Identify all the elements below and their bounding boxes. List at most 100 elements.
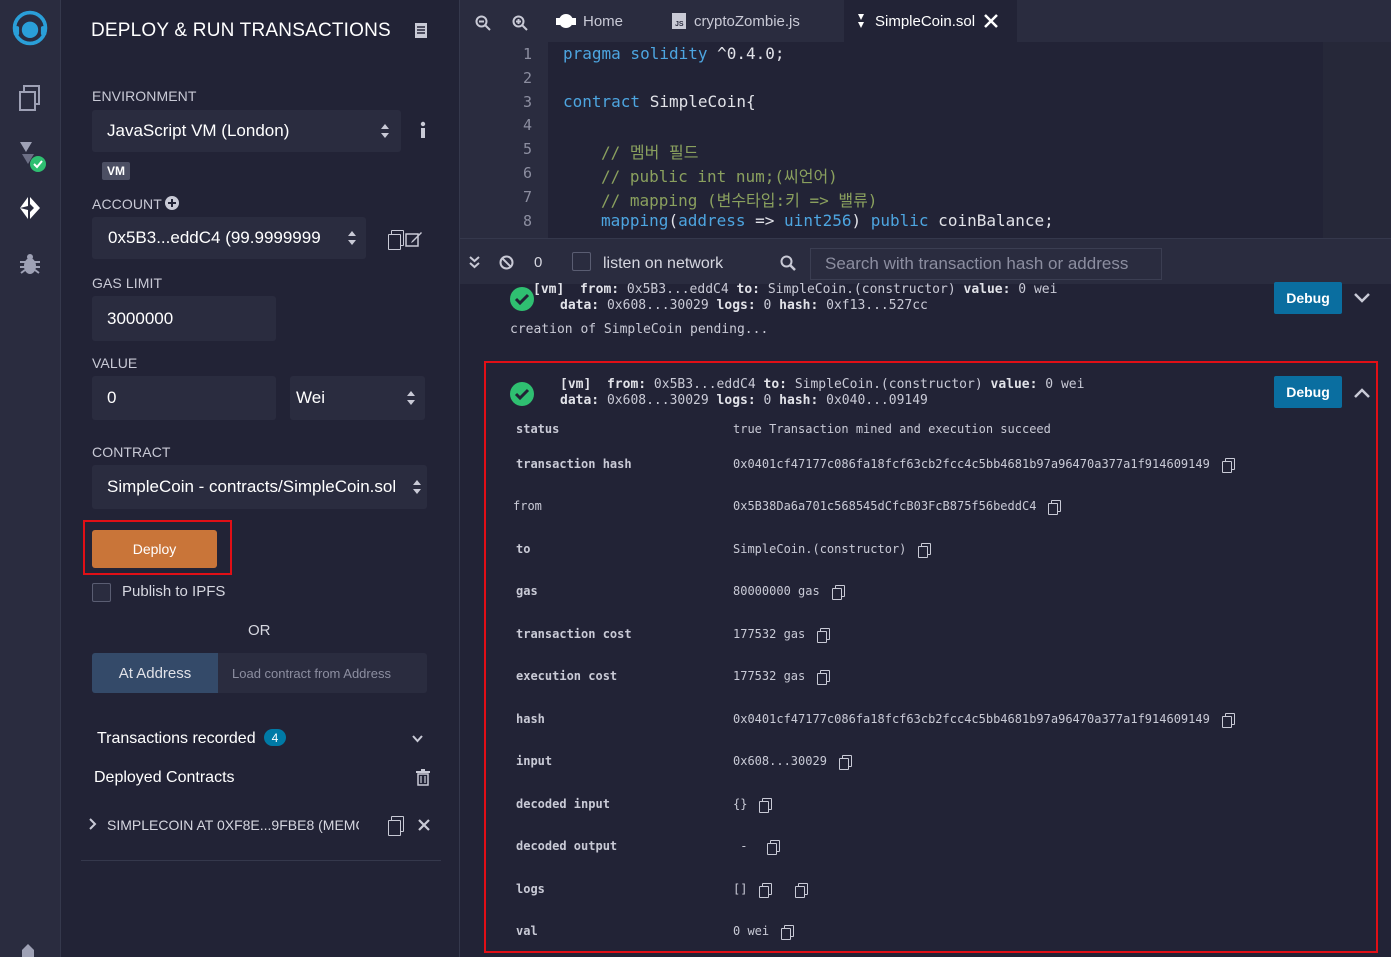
tx-detail-text: 0x0401cf47177c086fa18fcf63cb2fcc4c5bb468… bbox=[733, 457, 1210, 471]
icon-rail bbox=[0, 0, 61, 957]
copy-icon[interactable] bbox=[1221, 457, 1235, 473]
deployed-contract-item[interactable]: SIMPLECOIN AT 0XF8E...9FBE8 (MEMOI bbox=[107, 817, 359, 833]
tx-detail-key: execution cost bbox=[516, 669, 618, 683]
tx-summary-line: data: 0x608...30029 logs: 0 hash: 0x040.… bbox=[560, 393, 928, 408]
debug-button[interactable]: Debug bbox=[1274, 282, 1342, 314]
tab-cryptozombie[interactable]: JS cryptoZombie.js bbox=[664, 0, 844, 42]
tx-detail-text: 0x0401cf47177c086fa18fcf63cb2fcc4c5bb468… bbox=[733, 712, 1210, 726]
zoom-out-icon[interactable] bbox=[475, 15, 491, 31]
code-minimap[interactable] bbox=[1323, 42, 1391, 238]
tx-token: 0 bbox=[755, 393, 780, 408]
copy-account-icon[interactable] bbox=[388, 230, 404, 250]
tx-token: 0x5B3...eddC4 bbox=[619, 282, 737, 297]
pending-message: creation of SimpleCoin pending... bbox=[510, 322, 769, 337]
copy-contract-address-icon[interactable] bbox=[388, 816, 404, 836]
remix-logo-icon[interactable] bbox=[10, 8, 50, 48]
value-label: VALUE bbox=[92, 355, 138, 371]
debugger-icon[interactable] bbox=[10, 244, 50, 284]
tx-summary-line: [vm] from: 0x5B3...eddC4 to: SimpleCoin.… bbox=[560, 377, 1084, 392]
listen-network-checkbox[interactable] bbox=[572, 252, 591, 271]
at-address-input[interactable]: Load contract from Address bbox=[218, 653, 427, 693]
publish-ipfs-checkbox[interactable] bbox=[92, 583, 111, 602]
copy-icon[interactable] bbox=[759, 797, 773, 813]
chevron-up-icon[interactable] bbox=[1354, 388, 1370, 398]
close-icon[interactable] bbox=[418, 819, 430, 831]
file-explorer-icon[interactable] bbox=[10, 78, 50, 118]
deploy-run-icon[interactable] bbox=[10, 188, 50, 228]
tab-home[interactable]: Home bbox=[548, 0, 648, 42]
tx-summary-line: data: 0x608...30029 logs: 0 hash: 0xf13.… bbox=[560, 298, 928, 313]
code-token: pragma solidity bbox=[563, 44, 708, 63]
value-unit-select[interactable]: Wei bbox=[290, 376, 425, 420]
documentation-icon[interactable] bbox=[414, 22, 428, 39]
tx-detail-key: hash bbox=[516, 712, 545, 726]
tx-detail-text: {} bbox=[733, 797, 748, 811]
chevron-right-icon[interactable] bbox=[89, 818, 97, 830]
listen-network-label: listen on network bbox=[603, 255, 724, 272]
deploy-highlight bbox=[83, 520, 232, 575]
main-area: Home JS cryptoZombie.js SimpleCoin.sol 1… bbox=[460, 0, 1391, 957]
pending-tx-count: 0 bbox=[534, 254, 543, 271]
account-select[interactable]: 0x5B3...eddC4 (99.9999999 bbox=[92, 217, 366, 259]
code-token: SimpleCoin{ bbox=[640, 92, 756, 111]
copy-icon[interactable] bbox=[781, 924, 795, 940]
line-number: 4 bbox=[522, 116, 532, 134]
tx-detail-value: 0x0401cf47177c086fa18fcf63cb2fcc4c5bb468… bbox=[733, 457, 1235, 473]
tx-detail-text: 0 wei bbox=[733, 924, 770, 938]
info-icon[interactable] bbox=[419, 121, 427, 139]
trash-icon[interactable] bbox=[416, 769, 430, 786]
transactions-recorded-label[interactable]: Transactions recorded bbox=[97, 730, 256, 748]
copy-icon[interactable] bbox=[817, 627, 831, 643]
chevron-down-icon[interactable] bbox=[412, 735, 423, 743]
code-editor[interactable]: 1 2 3 4 5 6 7 8 pragma solidity ^0.4.0; … bbox=[460, 42, 1391, 238]
copy-icon[interactable] bbox=[766, 839, 780, 855]
copy-icon[interactable] bbox=[1221, 712, 1235, 728]
code-token: coinBalance; bbox=[928, 211, 1054, 230]
double-chevron-down-icon[interactable] bbox=[469, 256, 480, 269]
copy-icon[interactable] bbox=[1048, 499, 1062, 515]
gas-limit-input[interactable]: 3000000 bbox=[92, 296, 276, 341]
tx-detail-key: transaction hash bbox=[516, 457, 632, 471]
tx-token: 0 bbox=[755, 298, 780, 313]
tx-token: from: bbox=[606, 377, 647, 392]
tx-detail-key: from bbox=[513, 499, 542, 513]
tx-details-highlight bbox=[484, 361, 1378, 953]
tx-token: 0 wei bbox=[1037, 377, 1085, 392]
chevron-down-icon[interactable] bbox=[1354, 293, 1370, 303]
code-token: contract bbox=[563, 92, 641, 111]
tx-token: data: bbox=[560, 393, 600, 408]
code-token: mapping bbox=[601, 211, 669, 230]
debug-button[interactable]: Debug bbox=[1274, 376, 1342, 408]
code-line: // mapping (변수타입:키 => 밸류) bbox=[601, 191, 878, 210]
contract-select[interactable]: SimpleCoin - contracts/SimpleCoin.sol bbox=[92, 465, 427, 509]
edit-icon[interactable] bbox=[405, 231, 423, 247]
tx-token: 0x608...30029 bbox=[599, 393, 717, 408]
tx-token: logs: bbox=[716, 393, 756, 408]
plugin-manager-icon[interactable] bbox=[10, 928, 50, 957]
zoom-in-icon[interactable] bbox=[512, 15, 528, 31]
tx-detail-key: to bbox=[516, 542, 531, 556]
code-token: => bbox=[745, 211, 785, 230]
terminal-search-input[interactable]: Search with transaction hash or address bbox=[810, 248, 1162, 280]
copy-icon[interactable] bbox=[817, 669, 831, 685]
select-arrows-icon bbox=[407, 391, 415, 405]
js-file-icon: JS bbox=[672, 13, 686, 29]
copy-icon[interactable] bbox=[918, 542, 932, 558]
select-arrows-icon bbox=[381, 124, 389, 138]
tx-detail-value: SimpleCoin.(constructor) bbox=[733, 542, 932, 558]
code-line: pragma solidity ^0.4.0; bbox=[563, 44, 785, 63]
tab-simplecoin[interactable]: SimpleCoin.sol bbox=[844, 0, 1017, 42]
copy-icon[interactable] bbox=[838, 754, 852, 770]
environment-select[interactable]: JavaScript VM (London) bbox=[92, 110, 401, 152]
copy-icon[interactable] bbox=[831, 584, 845, 600]
solidity-compiler-icon[interactable] bbox=[10, 136, 50, 176]
select-arrows-icon bbox=[348, 231, 356, 245]
value-input[interactable]: 0 bbox=[92, 376, 276, 420]
clear-console-icon[interactable] bbox=[499, 255, 514, 270]
publish-ipfs-label: Publish to IPFS bbox=[122, 583, 226, 600]
copy-icon[interactable] bbox=[795, 882, 809, 898]
close-tab-icon[interactable] bbox=[984, 14, 998, 28]
copy-icon[interactable] bbox=[759, 882, 773, 898]
at-address-button[interactable]: At Address bbox=[92, 653, 218, 693]
add-account-icon[interactable] bbox=[165, 196, 179, 210]
